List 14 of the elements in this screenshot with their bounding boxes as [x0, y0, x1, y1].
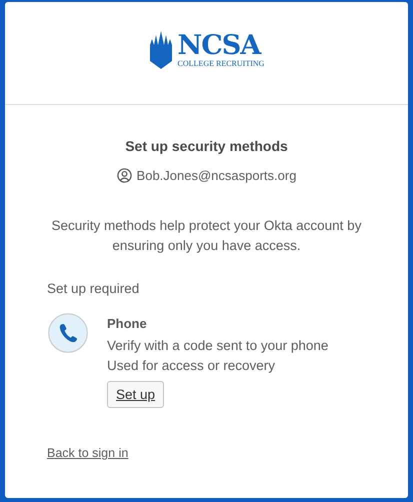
description: Security methods help protect your Okta account by ensuring only you have access. — [50, 217, 362, 255]
back-to-sign-in-link[interactable]: Back to sign in — [47, 446, 128, 460]
phone-icon — [48, 313, 88, 353]
method-description: Verify with a code sent to your phone — [107, 337, 328, 355]
crown-logo-icon — [148, 31, 173, 69]
method-name: Phone — [107, 316, 148, 331]
logo-name: NCSA — [178, 32, 262, 59]
page-title: Set up security methods — [124, 138, 289, 154]
setup-button[interactable]: Set up — [107, 381, 164, 408]
section-title: Set up required — [47, 281, 140, 296]
user-email: Bob.Jones@ncsasports.org — [136, 168, 296, 183]
user-icon — [116, 168, 132, 183]
logo-tagline: COLLEGE RECRUITING — [178, 59, 264, 68]
method-description: Used for access or recovery — [107, 357, 276, 375]
